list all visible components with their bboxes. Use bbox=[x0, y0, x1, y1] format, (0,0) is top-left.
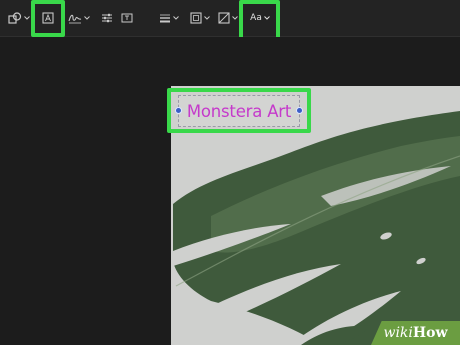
line-style-button[interactable] bbox=[157, 7, 181, 29]
title-text[interactable]: Monstera Art bbox=[187, 102, 291, 121]
fill-color-icon bbox=[218, 12, 230, 24]
chevron-down-icon bbox=[204, 16, 210, 20]
signature-icon bbox=[68, 12, 82, 24]
shapes-icon bbox=[8, 12, 22, 24]
border-color-button[interactable] bbox=[188, 7, 212, 29]
info-panel-button[interactable] bbox=[119, 7, 135, 29]
chevron-down-icon bbox=[173, 16, 179, 20]
toolbar: Aa bbox=[0, 0, 460, 41]
right-resize-handle[interactable] bbox=[296, 107, 303, 114]
watermark-wiki-text: wiki bbox=[383, 325, 413, 341]
border-color-icon bbox=[190, 12, 202, 24]
chevron-down-icon bbox=[24, 16, 30, 20]
text-style-button[interactable]: Aa bbox=[246, 7, 274, 29]
chevron-down-icon bbox=[84, 16, 90, 20]
info-panel-icon bbox=[121, 12, 133, 24]
sliders-icon bbox=[101, 12, 113, 24]
line-weight-icon bbox=[159, 12, 171, 24]
left-resize-handle[interactable] bbox=[175, 107, 182, 114]
shapes-button[interactable] bbox=[6, 7, 32, 29]
chevron-down-icon bbox=[263, 16, 270, 20]
adjust-button[interactable] bbox=[99, 7, 115, 29]
signature-button[interactable] bbox=[67, 7, 91, 29]
text-box-icon bbox=[42, 12, 54, 24]
watermark-how-text: How bbox=[412, 325, 448, 341]
text-style-icon: Aa bbox=[250, 13, 262, 23]
wikihow-watermark: wiki How bbox=[371, 321, 460, 345]
title-text-box[interactable]: Monstera Art bbox=[178, 95, 300, 127]
fill-color-button[interactable] bbox=[216, 7, 240, 29]
chevron-down-icon bbox=[232, 16, 238, 20]
text-box-button[interactable] bbox=[38, 7, 58, 29]
